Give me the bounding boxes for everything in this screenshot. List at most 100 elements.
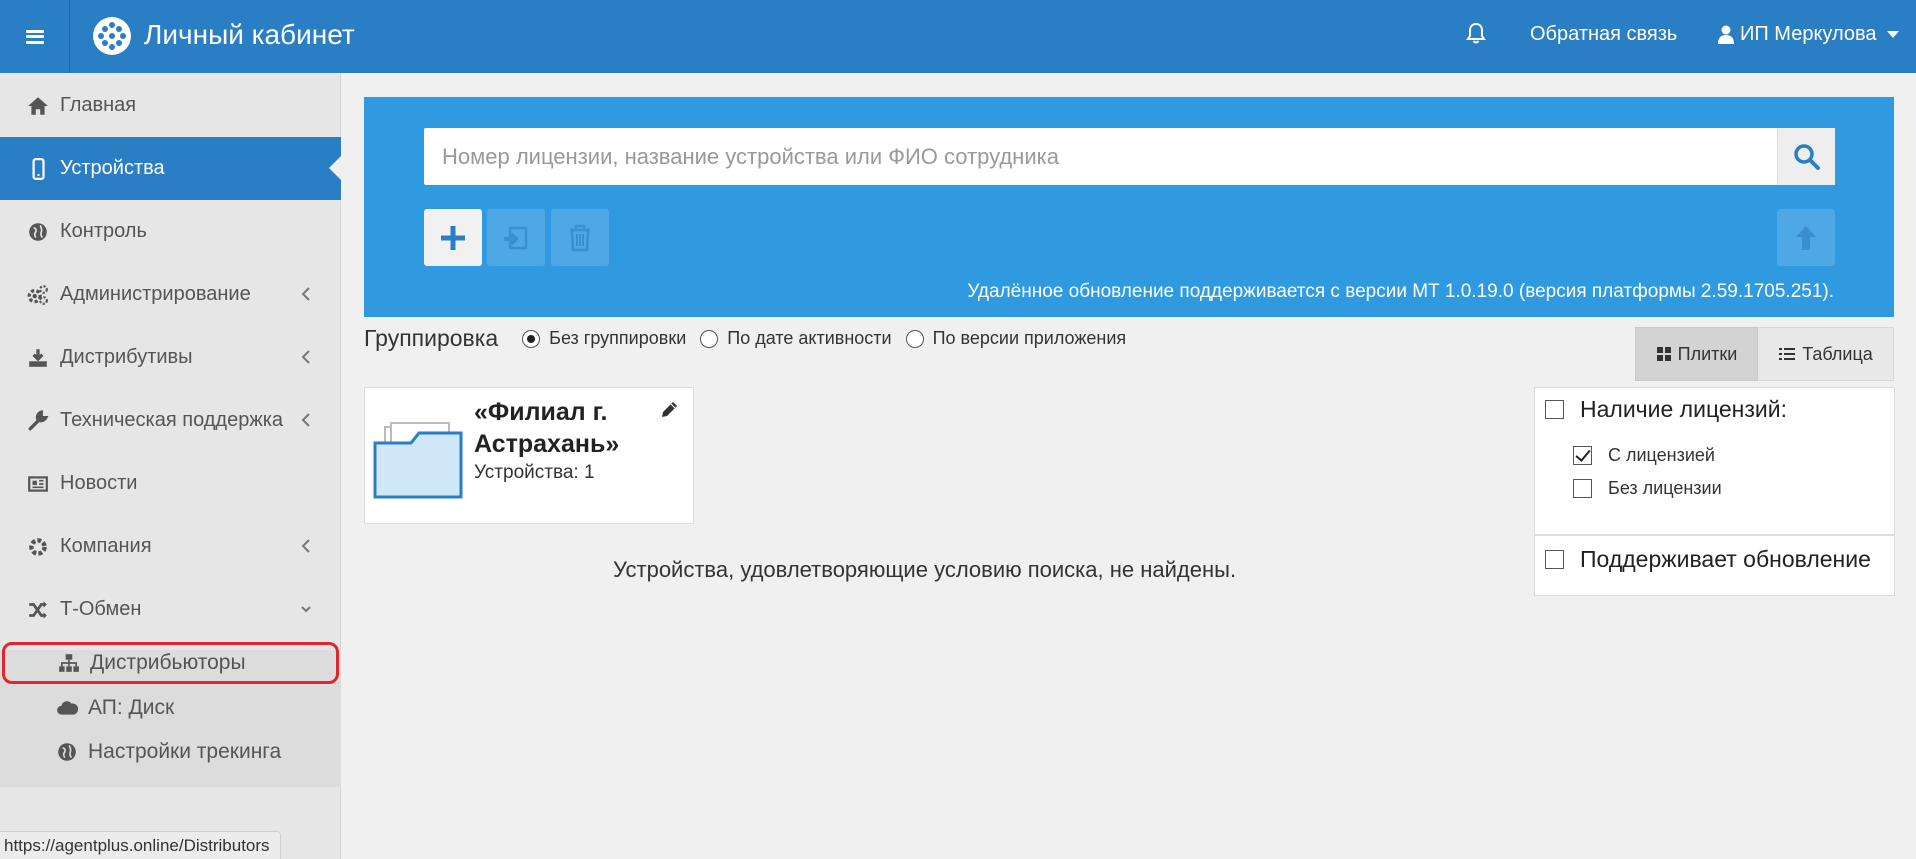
empty-results-message: Устройства, удовлетворяющие условию поис… [613, 557, 1237, 582]
home-icon [28, 96, 48, 115]
search-input[interactable] [424, 128, 1776, 185]
view-switch: Плитки Таблица [1635, 327, 1894, 381]
grouping-option-app-version[interactable]: По версии приложения [905, 328, 1127, 349]
arrow-up-icon [1796, 225, 1816, 250]
sidebar-item-news[interactable]: Новости [0, 452, 341, 515]
chevron-down-icon [301, 606, 311, 613]
update-support-filter-header[interactable]: Поддерживает обновление [1545, 546, 1871, 573]
grouping-option-none[interactable]: Без группировки [522, 328, 686, 349]
download-icon [29, 348, 47, 367]
wrench-icon [28, 409, 49, 430]
submenu-item-label: Настройки трекинга [88, 740, 282, 763]
move-device-button[interactable] [487, 209, 545, 266]
sidebar-item-label: Контроль [60, 220, 147, 242]
sidebar-item-devices[interactable]: Устройства [0, 137, 342, 200]
sidebar-item-control[interactable]: Контроль [0, 200, 341, 263]
radio-button[interactable] [905, 329, 924, 348]
search-box [424, 128, 1835, 185]
shuffle-icon [29, 600, 47, 619]
caret-down-icon [1886, 30, 1899, 38]
update-support-checkbox[interactable] [1545, 550, 1564, 569]
plus-icon [441, 225, 465, 250]
sidebar-item-distributives[interactable]: Дистрибутивы [0, 326, 341, 389]
chevron-left-icon [301, 539, 310, 553]
license-filter-checkbox[interactable] [1545, 400, 1564, 419]
group-tile[interactable]: «Филиал г. Астрахань» Устройства: 1 [364, 387, 694, 524]
user-menu[interactable]: ИП Меркулова [1718, 20, 1899, 48]
group-title[interactable]: «Филиал г. Астрахань» [474, 396, 654, 460]
filter-option-without-license[interactable]: Без лицензии [1573, 478, 1722, 499]
submenu-item-tracking-settings[interactable]: Настройки трекинга [0, 730, 341, 774]
grouping-option-activity-date[interactable]: По дате активности [700, 328, 892, 349]
radio-button[interactable] [700, 329, 719, 348]
t-exchange-submenu: Дистрибьюторы АП: Диск Настройки трекинг… [0, 642, 341, 787]
menu-toggle-button[interactable] [0, 0, 70, 73]
mobile-icon [32, 157, 45, 180]
filter-label: Поддерживает обновление [1580, 546, 1871, 572]
radio-label: По версии приложения [932, 328, 1127, 348]
submenu-item-distributors[interactable]: Дистрибьюторы [2, 642, 339, 684]
globe-icon [58, 743, 76, 761]
pencil-icon[interactable] [659, 400, 679, 420]
move-to-group-icon [504, 226, 528, 249]
license-filter: Наличие лицензий: С лицензией Без лиценз… [1534, 387, 1895, 535]
without-license-checkbox[interactable] [1573, 479, 1592, 498]
top-bar: Личный кабинет Обратная связь ИП Меркуло… [0, 0, 1916, 73]
submenu-item-disk[interactable]: АП: Диск [0, 686, 341, 730]
search-button[interactable] [1777, 128, 1835, 185]
gears-icon [27, 284, 48, 305]
group-device-count: Устройства: 1 [474, 462, 595, 483]
sidebar-item-t-exchange[interactable]: Т-Обмен [0, 578, 341, 641]
radio-label: По дате активности [727, 328, 892, 348]
submenu-item-label: АП: Диск [88, 696, 175, 719]
sidebar-item-label: Компания [60, 535, 152, 557]
remote-update-button[interactable] [1777, 209, 1835, 266]
gear-icon [29, 537, 47, 556]
search-icon [1793, 143, 1820, 170]
newspaper-icon [28, 475, 48, 492]
feedback-link[interactable]: Обратная связь [1530, 20, 1677, 48]
user-name: ИП Меркулова [1740, 23, 1877, 45]
view-tiles-button[interactable]: Плитки [1635, 327, 1758, 381]
filter-option-label: С лицензией [1608, 445, 1715, 465]
app-logo-icon [93, 17, 131, 55]
filter-option-label: Без лицензии [1608, 478, 1722, 498]
globe-icon [29, 222, 47, 241]
chevron-left-icon [301, 287, 310, 301]
sidebar-item-label: Устройства [60, 157, 165, 179]
filter-label: Наличие лицензий: [1580, 396, 1787, 422]
sidebar-item-label: Главная [60, 94, 137, 116]
devices-toolbar-panel: Удалённое обновление поддерживается с ве… [364, 97, 1894, 317]
filter-option-with-license[interactable]: С лицензией [1573, 445, 1715, 466]
sidebar-item-company[interactable]: Компания [0, 515, 341, 578]
sidebar-item-label: Администрирование [60, 283, 251, 305]
view-table-button[interactable]: Таблица [1758, 327, 1894, 381]
chevron-left-icon [301, 413, 310, 427]
delete-device-button[interactable] [551, 209, 609, 266]
trash-icon [570, 224, 590, 251]
cloud-icon [57, 701, 78, 715]
with-license-checkbox[interactable] [1573, 446, 1592, 465]
sidebar: Главная Устройства Контроль Администриро… [0, 73, 342, 859]
add-device-button[interactable] [424, 209, 482, 266]
list-icon [1779, 348, 1796, 360]
grouping-label: Группировка [364, 325, 499, 351]
radio-button[interactable] [522, 329, 541, 348]
th-large-icon [1656, 347, 1671, 361]
sidebar-item-support[interactable]: Техническая поддержка [0, 389, 341, 452]
sitemap-icon [59, 654, 79, 672]
app-title: Личный кабинет [144, 19, 355, 50]
license-filter-header[interactable]: Наличие лицензий: [1545, 396, 1787, 423]
sidebar-item-label: Дистрибутивы [60, 346, 193, 368]
radio-label: Без группировки [549, 328, 687, 348]
notifications-bell-icon[interactable] [1466, 22, 1486, 46]
status-bar-url: https://agentplus.online/Distributors [0, 831, 281, 859]
sidebar-item-label: Техническая поддержка [60, 409, 284, 431]
sidebar-item-home[interactable]: Главная [0, 74, 341, 137]
folder-icon [373, 422, 463, 499]
sidebar-item-administration[interactable]: Администрирование [0, 263, 341, 326]
hamburger-icon [25, 29, 44, 44]
view-tiles-label: Плитки [1677, 343, 1738, 364]
chevron-left-icon [301, 350, 310, 364]
view-table-label: Таблица [1802, 343, 1873, 364]
